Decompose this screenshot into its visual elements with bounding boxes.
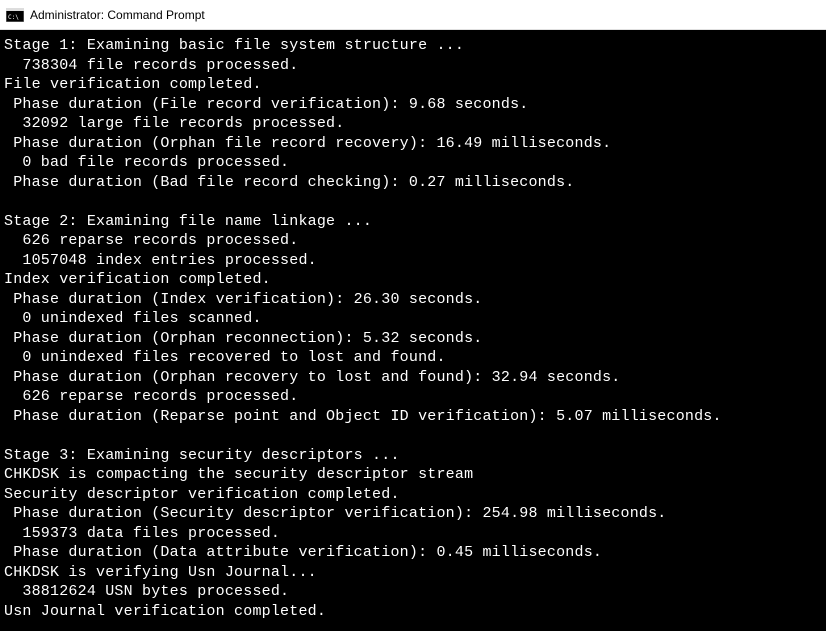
output-line: Phase duration (Security descriptor veri… — [4, 504, 822, 524]
output-line: Phase duration (Orphan reconnection): 5.… — [4, 329, 822, 349]
cmd-icon: C:\ — [6, 7, 24, 23]
svg-text:C:\: C:\ — [8, 14, 19, 21]
output-line: 1057048 index entries processed. — [4, 251, 822, 271]
output-line: CHKDSK is verifying Usn Journal... — [4, 563, 822, 583]
output-line: Stage 3: Examining security descriptors … — [4, 446, 822, 466]
output-line: File verification completed. — [4, 75, 822, 95]
output-line: Phase duration (Reparse point and Object… — [4, 407, 822, 427]
output-line: Index verification completed. — [4, 270, 822, 290]
output-line: Usn Journal verification completed. — [4, 602, 822, 622]
output-line: 38812624 USN bytes processed. — [4, 582, 822, 602]
output-line: Phase duration (Bad file record checking… — [4, 173, 822, 193]
output-line: Phase duration (Orphan recovery to lost … — [4, 368, 822, 388]
output-line: 0 unindexed files scanned. — [4, 309, 822, 329]
output-line: 159373 data files processed. — [4, 524, 822, 544]
terminal-output[interactable]: Stage 1: Examining basic file system str… — [0, 30, 826, 631]
output-line: 0 unindexed files recovered to lost and … — [4, 348, 822, 368]
output-line: Phase duration (Data attribute verificat… — [4, 543, 822, 563]
output-line — [4, 426, 822, 446]
output-line: Phase duration (File record verification… — [4, 95, 822, 115]
output-line: Phase duration (Orphan file record recov… — [4, 134, 822, 154]
output-line: 0 bad file records processed. — [4, 153, 822, 173]
output-line: 738304 file records processed. — [4, 56, 822, 76]
output-line: 32092 large file records processed. — [4, 114, 822, 134]
output-line: Stage 2: Examining file name linkage ... — [4, 212, 822, 232]
output-line: CHKDSK is compacting the security descri… — [4, 465, 822, 485]
output-line: Security descriptor verification complet… — [4, 485, 822, 505]
output-line: 626 reparse records processed. — [4, 387, 822, 407]
output-line: 626 reparse records processed. — [4, 231, 822, 251]
output-line: Phase duration (Index verification): 26.… — [4, 290, 822, 310]
output-line — [4, 192, 822, 212]
window-title: Administrator: Command Prompt — [30, 8, 205, 22]
output-line: Stage 1: Examining basic file system str… — [4, 36, 822, 56]
title-bar: C:\ Administrator: Command Prompt — [0, 0, 826, 30]
